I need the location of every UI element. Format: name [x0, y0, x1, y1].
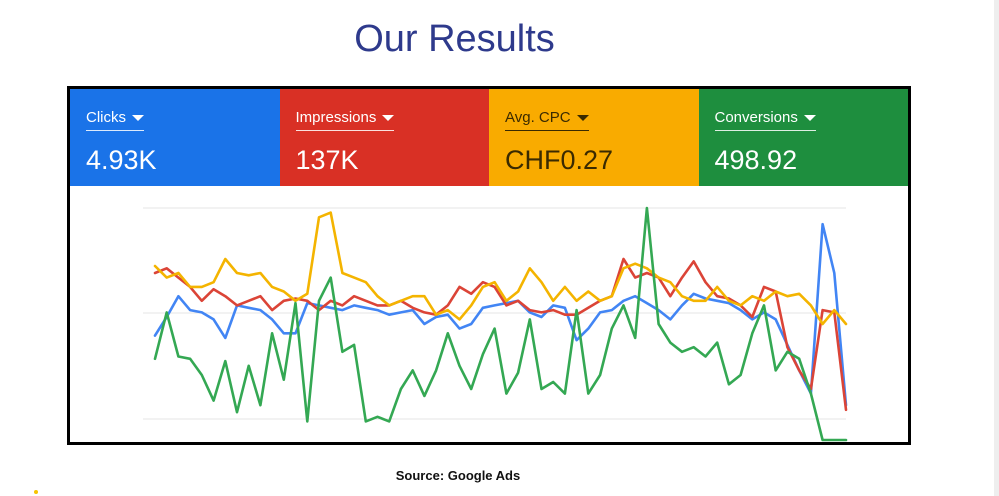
metric-dropdown-impressions[interactable]: Impressions — [295, 109, 395, 131]
caret-down-icon — [132, 114, 144, 121]
caret-down-icon — [576, 114, 589, 121]
metric-value: 4.93K — [86, 145, 157, 175]
series-line-3 — [153, 206, 848, 442]
results-panel: Clicks 4.93K Impressions 137K Avg. CPC C… — [67, 86, 911, 445]
metric-dropdown-conversions[interactable]: Conversions — [714, 109, 816, 131]
metric-card-impressions: Impressions 137K — [279, 89, 489, 186]
series-line-0 — [153, 222, 848, 407]
metric-label: Clicks — [86, 109, 126, 126]
metric-cards: Clicks 4.93K Impressions 137K Avg. CPC C… — [70, 89, 908, 186]
caret-down-icon — [803, 114, 816, 121]
performance-line-chart — [143, 206, 848, 442]
metric-value: 137K — [295, 145, 359, 175]
metric-card-clicks: Clicks 4.93K — [70, 89, 280, 186]
corner-dot — [34, 490, 38, 494]
metric-label: Avg. CPC — [505, 109, 571, 126]
metric-dropdown-clicks[interactable]: Clicks — [86, 109, 144, 131]
metric-label: Impressions — [295, 109, 377, 126]
metric-value: 498.92 — [714, 145, 798, 175]
metric-card-conversions: Conversions 498.92 — [698, 89, 908, 186]
series-line-1 — [153, 257, 848, 412]
metric-dropdown-avg-cpc[interactable]: Avg. CPC — [505, 109, 589, 131]
caret-down-icon — [382, 114, 395, 121]
metric-label: Conversions — [714, 109, 798, 126]
page-title: Our Results — [354, 18, 555, 60]
right-edge-strip — [994, 0, 999, 496]
metric-card-avg-cpc: Avg. CPC CHF0.27 — [489, 89, 699, 186]
metric-value: CHF0.27 — [505, 145, 614, 175]
source-caption: Source: Google Ads — [395, 468, 521, 483]
